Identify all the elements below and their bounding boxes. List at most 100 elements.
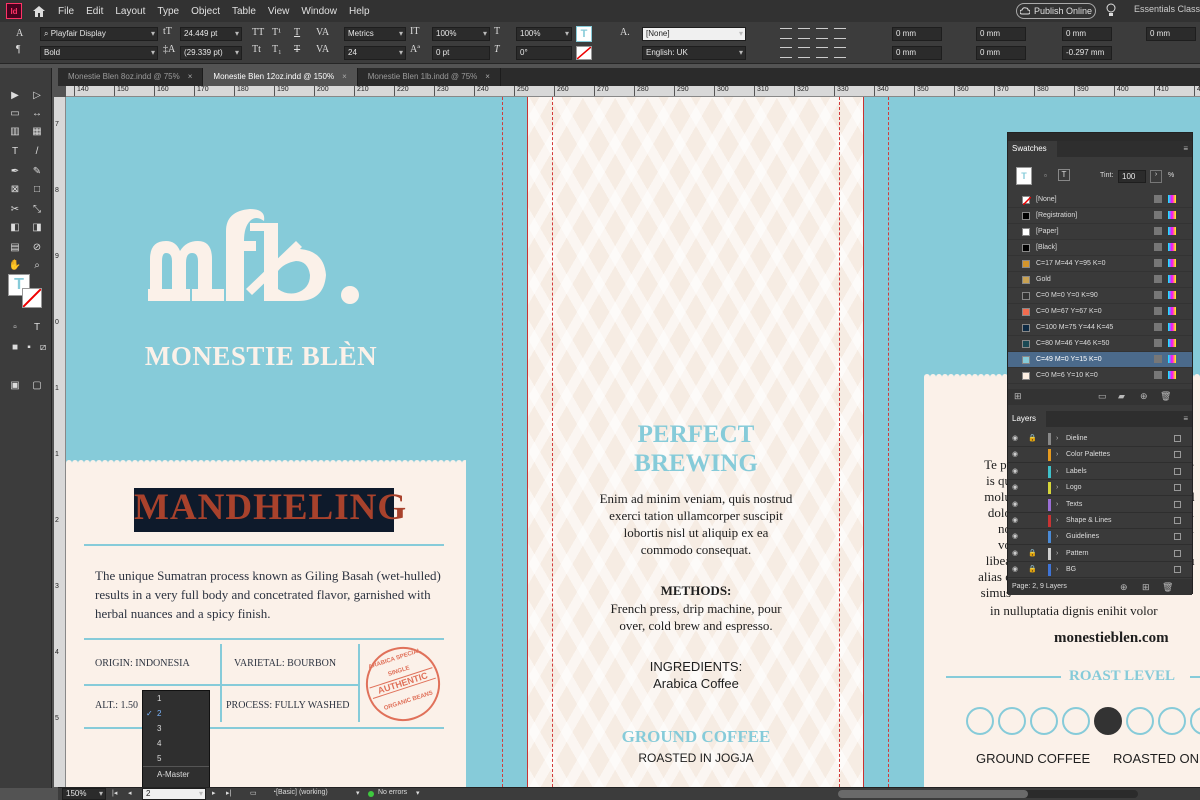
tracking-field[interactable]: 24 [344,46,406,60]
kerning-field[interactable]: Metrics [344,27,406,41]
expand-chevron-icon[interactable]: › [1056,464,1058,480]
new-sublayer-icon[interactable]: ⊞ [1142,579,1150,595]
swatch-row[interactable]: [Paper] [1008,224,1192,240]
line-tool-icon[interactable]: / [30,144,44,158]
swatch-row[interactable]: [Black] [1008,240,1192,256]
horizontal-scale-field[interactable]: 100% [516,27,572,41]
subscript-icon[interactable]: T₁ [272,44,282,55]
first-page-icon[interactable]: |◂ [112,789,117,797]
panel-menu-icon[interactable]: ≡ [1183,141,1188,157]
tint-arrow-icon[interactable]: › [1150,170,1162,183]
product-title[interactable]: MANDHELING [134,486,406,529]
layer-target-icon[interactable] [1174,533,1181,541]
next-page-icon[interactable]: ▸ [212,789,216,797]
language-dropdown[interactable]: English: UK [642,46,746,60]
all-caps-icon[interactable]: TT [252,27,264,38]
lock-icon[interactable]: 🔒 [1028,546,1037,562]
menu-window[interactable]: Window [301,6,337,17]
pencil-tool-icon[interactable]: ✎ [30,164,44,178]
direct-selection-tool-icon[interactable]: ▷ [30,88,44,102]
visibility-eye-icon[interactable]: ◉ [1012,431,1018,447]
expand-chevron-icon[interactable]: › [1056,562,1058,578]
menu-view[interactable]: View [268,6,290,17]
paragraph-align-icon[interactable] [816,28,828,39]
visibility-eye-icon[interactable]: ◉ [1012,546,1018,562]
lock-icon[interactable]: 🔒 [1028,562,1037,578]
horizontal-scrollbar[interactable] [838,790,1138,798]
previous-page-icon[interactable]: ◂ [128,789,132,797]
visibility-eye-icon[interactable]: ◉ [1012,480,1018,496]
zoom-tool-icon[interactable]: ⌕ [30,258,44,272]
layer-target-icon[interactable] [1174,500,1181,508]
expand-chevron-icon[interactable]: › [1056,447,1058,463]
document-tab-1[interactable]: Monestie Blen 8oz.indd @ 75% × [58,68,204,86]
menu-edit[interactable]: Edit [86,6,103,17]
hand-tool-icon[interactable]: ✋ [8,258,22,272]
gap-tool-icon[interactable]: ↔ [30,106,44,120]
swatches-tab[interactable]: Swatches [1008,141,1057,157]
scroll-thumb[interactable] [838,790,1028,798]
leading-field[interactable]: (29.339 pt) [180,46,242,60]
swatch-row[interactable]: [Registration] [1008,208,1192,224]
swatches-header[interactable]: Swatches ≡ [1008,141,1192,157]
layers-header[interactable]: Layers ≡ [1008,411,1192,427]
delete-swatch-icon[interactable]: 🗑 [1160,391,1171,402]
baseline-shift-field[interactable]: 0 pt [432,46,490,60]
default-colors-icon[interactable]: ▫ [8,320,22,334]
expand-chevron-icon[interactable]: › [1056,529,1058,545]
first-line-indent-field[interactable]: 0 mm [892,46,942,60]
menu-file[interactable]: File [58,6,74,17]
page-menu-item[interactable]: ✓ 2 [143,706,209,721]
layers-tab[interactable]: Layers [1008,411,1047,427]
paragraph-align-icon[interactable] [816,47,828,58]
indesign-app-icon[interactable]: Id [6,3,22,19]
panel-grip[interactable] [1008,133,1192,141]
layer-row[interactable]: ◉ › Texts [1008,497,1192,513]
superscript-icon[interactable]: T¹ [272,27,281,38]
strikethrough-icon[interactable]: T [294,44,300,55]
formatting-text-icon[interactable]: T [30,320,44,334]
layer-row[interactable]: ◉ › Labels [1008,464,1192,480]
page-menu-item[interactable]: 3 [143,721,209,736]
stroke-none-swatch[interactable] [576,46,592,60]
tint-field[interactable]: 100 [1118,170,1146,183]
new-layer-icon[interactable]: ⊕ [1120,579,1128,595]
expand-chevron-icon[interactable]: › [1056,431,1058,447]
paragraph-align-icon[interactable] [780,28,792,39]
apply-gradient-icon[interactable]: ▪ [22,340,36,354]
layer-row[interactable]: ◉ › Guidelines [1008,529,1192,546]
layer-row[interactable]: ◉ › Shape & Lines [1008,513,1192,529]
layers-menu-icon[interactable]: ≡ [1183,411,1188,427]
layer-row[interactable]: ◉ 🔒 › Pattern [1008,546,1192,562]
delete-layer-icon[interactable]: 🗑 [1162,579,1173,595]
lightbulb-icon[interactable] [1104,2,1118,18]
page-icon[interactable]: ▭ [250,789,257,797]
layer-target-icon[interactable] [1174,566,1181,574]
expand-chevron-icon[interactable]: › [1056,497,1058,513]
zoom-dropdown[interactable]: 150% [62,788,106,800]
paragraph-align-icon[interactable] [780,47,792,58]
page-menu-item[interactable]: 5 [143,751,209,766]
expand-chevron-icon[interactable]: › [1056,513,1058,529]
swatch-row[interactable]: C=17 M=44 Y=95 K=0 [1008,256,1192,272]
font-family-dropdown[interactable]: ⌕ Playfair Display [40,27,158,41]
menu-help[interactable]: Help [349,6,370,17]
style-dropdown-icon[interactable]: ▾ [356,789,360,797]
paragraph-align-icon[interactable] [834,28,846,39]
layer-target-icon[interactable] [1174,435,1181,442]
layer-target-icon[interactable] [1174,451,1181,459]
rectangle-frame-tool-icon[interactable]: ⊠ [8,182,22,196]
note-tool-icon[interactable]: ▤ [8,240,22,254]
new-color-group-icon[interactable]: ▭ [1098,391,1107,402]
character-formatting-icon[interactable]: A [16,28,23,39]
apply-color-icon[interactable]: ■ [8,340,22,354]
eyedropper-tool-icon[interactable]: ⊘ [30,240,44,254]
fill-text-swatch[interactable]: T [576,26,592,42]
swatch-row[interactable]: C=0 M=0 Y=0 K=90 [1008,288,1192,304]
layer-target-icon[interactable] [1174,517,1181,524]
expand-chevron-icon[interactable]: › [1056,480,1058,496]
preflight-dropdown-icon[interactable]: ▾ [416,789,420,797]
swatch-fill-icon[interactable]: T [1016,167,1032,185]
right-indent-field[interactable]: 0 mm [976,27,1026,41]
rectangle-tool-icon[interactable]: □ [30,182,44,196]
